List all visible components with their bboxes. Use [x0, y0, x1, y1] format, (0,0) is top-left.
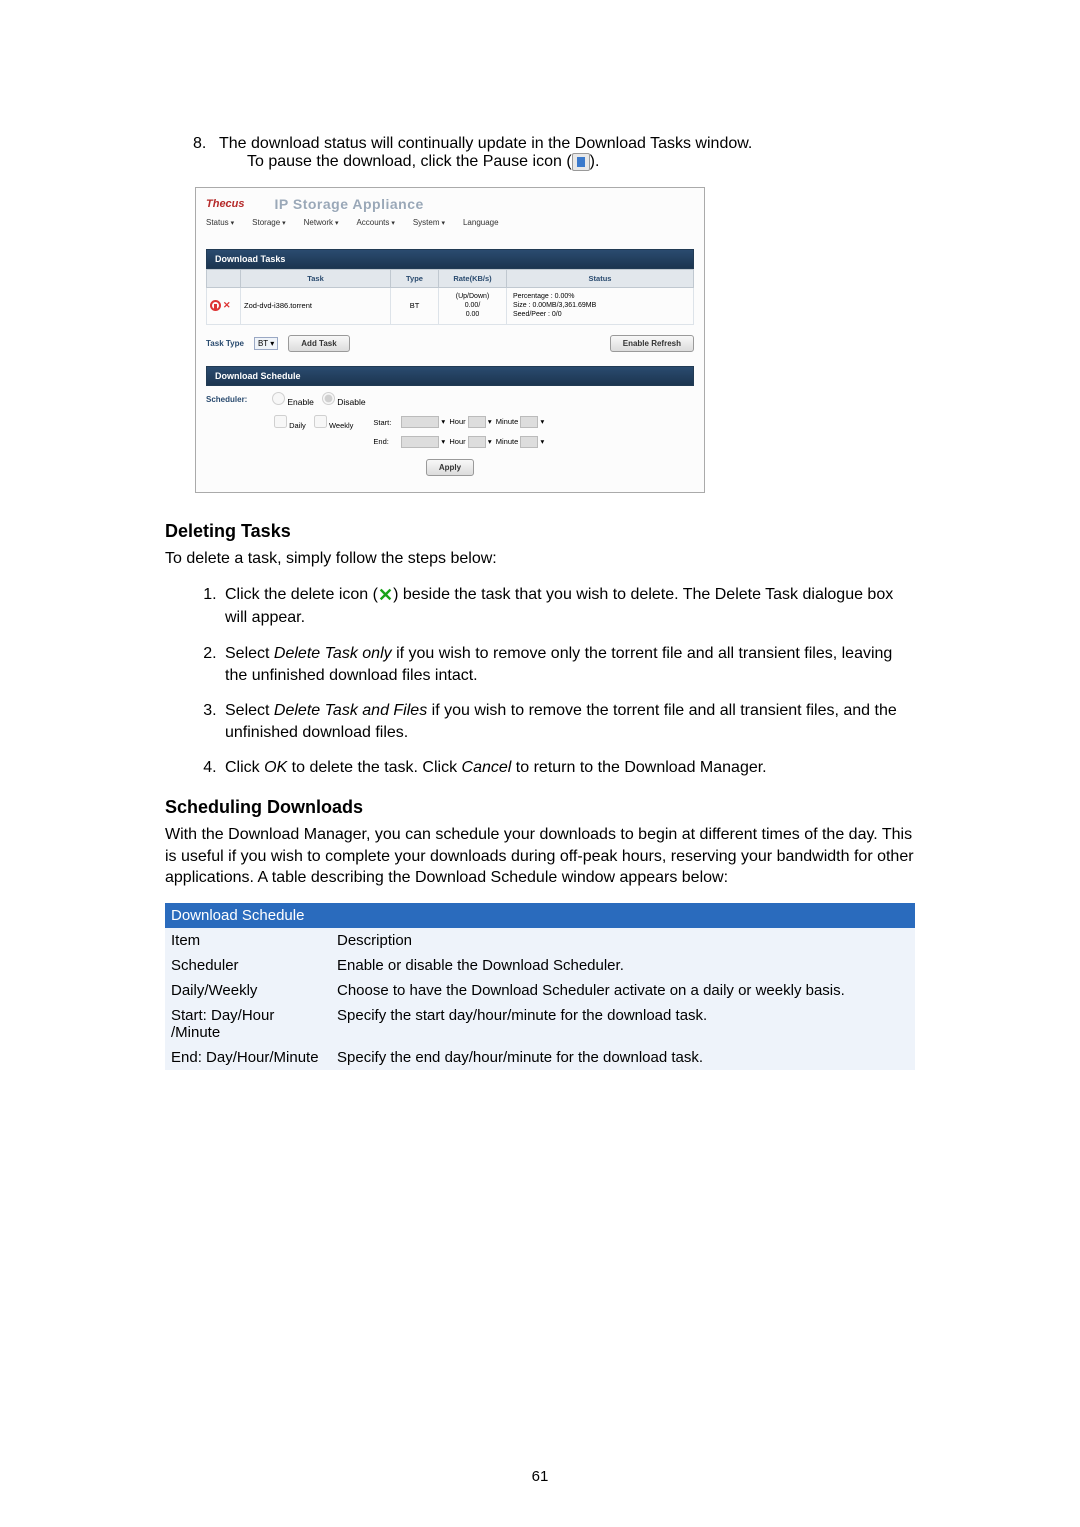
- task-type-select[interactable]: BT ▾: [254, 337, 278, 350]
- rate-val1: 0.00/: [442, 301, 503, 310]
- enable-refresh-button[interactable]: Enable Refresh: [610, 335, 694, 352]
- download-schedule-bar: Download Schedule: [206, 366, 694, 386]
- page-number: 61: [0, 1468, 1080, 1485]
- start-day-select[interactable]: [401, 416, 439, 428]
- start-hour-select[interactable]: [468, 416, 486, 428]
- task-type: BT: [391, 288, 439, 324]
- status-seed: Seed/Peer : 0/0: [513, 310, 690, 319]
- delete-step-1: Click the delete icon (✕) beside the tas…: [221, 583, 915, 629]
- menu-language[interactable]: Language: [463, 218, 499, 227]
- th-rate: Rate(KB/s): [439, 270, 507, 288]
- step-8-line1: The download status will continually upd…: [219, 135, 752, 152]
- thecus-logo: Thecus: [206, 198, 245, 210]
- status-size: Size : 0.00MB/3,361.69MB: [513, 301, 690, 310]
- end-hour-select[interactable]: [468, 436, 486, 448]
- menu-accounts[interactable]: Accounts: [356, 218, 394, 227]
- step-8-line2b: ).: [590, 153, 600, 170]
- th-type: Type: [391, 270, 439, 288]
- scheduler-disable-radio[interactable]: Disable: [322, 392, 366, 407]
- deleting-tasks-heading: Deleting Tasks: [165, 521, 915, 542]
- end-min-select[interactable]: [520, 436, 538, 448]
- menu-system[interactable]: System: [413, 218, 445, 227]
- pause-task-icon[interactable]: [210, 300, 221, 311]
- th-task: Task: [241, 270, 391, 288]
- delete-step-2: Select Delete Task only if you wish to r…: [221, 643, 915, 686]
- end-label: End:: [359, 434, 395, 450]
- task-name: Zod-dvd-i386.torrent: [241, 288, 391, 324]
- step-8: 8.The download status will continually u…: [193, 135, 915, 171]
- download-schedule-table: Download Schedule Item Description Sched…: [165, 903, 915, 1070]
- embedded-screenshot: Thecus IP Storage Appliance Status Stora…: [195, 187, 705, 492]
- appliance-title: IP Storage Appliance: [275, 196, 424, 212]
- scheduler-enable-radio[interactable]: Enable: [272, 392, 314, 407]
- end-day-select[interactable]: [401, 436, 439, 448]
- delete-task-icon[interactable]: ✕: [223, 300, 231, 311]
- table-row: Start: Day/Hour /Minute Specify the star…: [165, 1003, 915, 1045]
- status-pct: Percentage : 0.00%: [513, 292, 690, 301]
- table-row: ✕ Zod-dvd-i386.torrent BT (Up/Down) 0.00…: [207, 288, 694, 324]
- rate-updown: (Up/Down): [442, 292, 503, 301]
- menu-status[interactable]: Status: [206, 218, 234, 227]
- table-title: Download Schedule: [165, 903, 915, 928]
- delete-step-3: Select Delete Task and Files if you wish…: [221, 700, 915, 743]
- hdr-item: Item: [165, 928, 331, 953]
- menu-storage[interactable]: Storage: [252, 218, 286, 227]
- daily-checkbox[interactable]: Daily: [274, 421, 306, 430]
- add-task-button[interactable]: Add Task: [288, 335, 349, 352]
- weekly-checkbox[interactable]: Weekly: [314, 421, 354, 430]
- hdr-desc: Description: [331, 928, 915, 953]
- table-row: End: Day/Hour/Minute Specify the end day…: [165, 1045, 915, 1070]
- scheduler-label: Scheduler:: [206, 395, 264, 404]
- step-8-line2a: To pause the download, click the Pause i…: [247, 153, 572, 170]
- rate-val2: 0.00: [442, 310, 503, 319]
- task-type-label: Task Type: [206, 339, 244, 348]
- menu-network[interactable]: Network: [304, 218, 339, 227]
- start-label: Start:: [359, 413, 395, 432]
- download-tasks-table: Task Type Rate(KB/s) Status ✕ Zod-dvd-i3…: [206, 269, 694, 324]
- deleting-intro: To delete a task, simply follow the step…: [165, 548, 915, 570]
- table-row: Scheduler Enable or disable the Download…: [165, 953, 915, 978]
- pause-icon: [572, 153, 590, 171]
- apply-button[interactable]: Apply: [426, 459, 474, 476]
- table-row: Daily/Weekly Choose to have the Download…: [165, 978, 915, 1003]
- delete-icon: ✕: [378, 583, 393, 607]
- deleting-steps: Click the delete icon (✕) beside the tas…: [221, 583, 915, 779]
- th-status: Status: [507, 270, 694, 288]
- delete-step-4: Click OK to delete the task. Click Cance…: [221, 757, 915, 779]
- menubar: Status Storage Network Accounts System L…: [206, 218, 694, 227]
- scheduling-heading: Scheduling Downloads: [165, 797, 915, 818]
- start-min-select[interactable]: [520, 416, 538, 428]
- scheduling-para: With the Download Manager, you can sched…: [165, 824, 915, 889]
- step-number: 8.: [193, 135, 219, 153]
- download-tasks-bar: Download Tasks: [206, 249, 694, 269]
